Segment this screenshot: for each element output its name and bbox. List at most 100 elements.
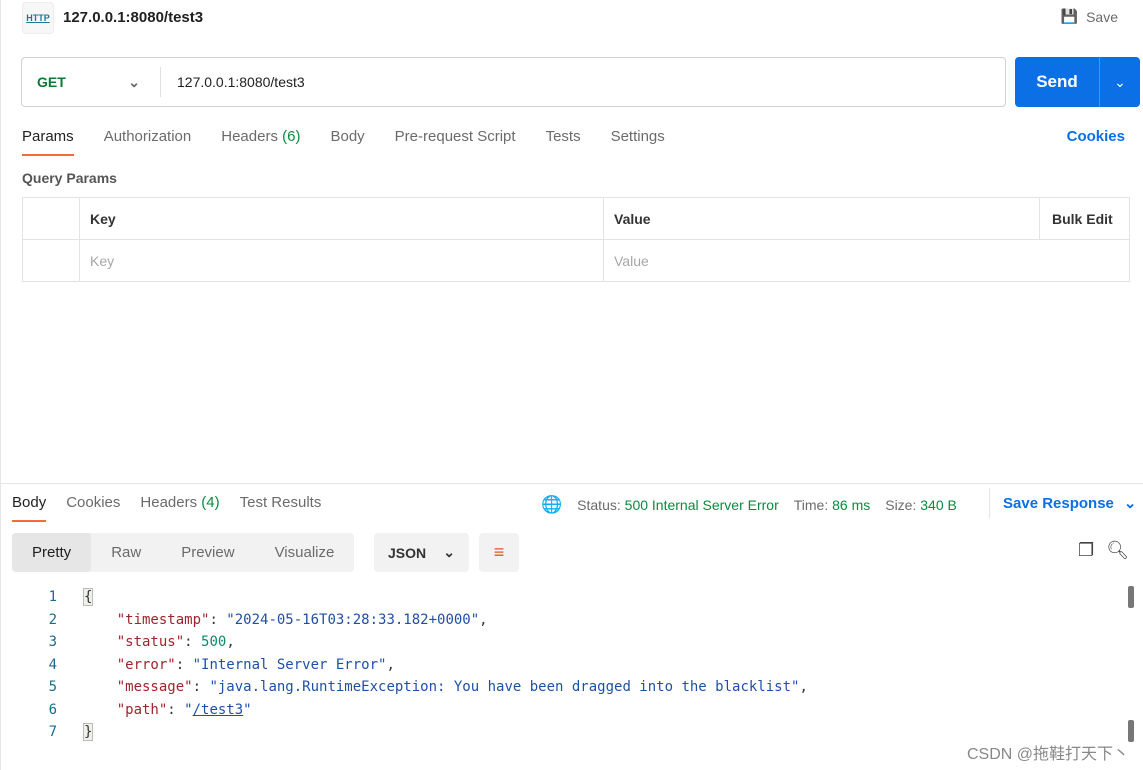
copy-icon[interactable]: ❐ [1078, 540, 1094, 561]
url-input[interactable]: 127.0.0.1:8080/test3 [161, 74, 305, 90]
view-mode-selector: Pretty Raw Preview Visualize [12, 533, 355, 572]
watermark: CSDN @拖鞋打天下丶 [966, 746, 1129, 763]
size-info: Size: 340 B [885, 497, 957, 513]
line-number: 3 [48, 634, 57, 651]
time-label: Time: [793, 497, 829, 513]
headers-count: (4) [201, 494, 220, 511]
size-value: 340 B [920, 497, 957, 513]
http-icon: HTTP [22, 2, 54, 34]
view-preview[interactable]: Preview [161, 533, 254, 572]
key-input[interactable]: Key [79, 239, 604, 282]
status-label: Status: [577, 497, 621, 513]
response-body-code[interactable]: 1{ 2 "timestamp": "2024-05-16T03:28:33.1… [1, 586, 808, 744]
tab-response-cookies[interactable]: Cookies [66, 494, 120, 522]
json-brace: { [83, 588, 94, 607]
cookies-link[interactable]: Cookies [1067, 128, 1125, 145]
json-brace: } [83, 723, 94, 742]
code-line: 2 "timestamp": "2024-05-16T03:28:33.182+… [1, 609, 808, 632]
json-value: "Internal Server Error" [192, 656, 387, 673]
tab-response-headers[interactable]: Headers (4) [140, 494, 219, 522]
save-response-button[interactable]: Save Response ⌄ [989, 488, 1136, 518]
method-select[interactable]: GET ⌄ [22, 67, 161, 97]
view-raw[interactable]: Raw [91, 533, 161, 572]
method-value: GET [37, 74, 66, 90]
view-visualize[interactable]: Visualize [255, 533, 355, 572]
table-header-row: Key Value Bulk Edit [22, 197, 1130, 240]
tab-tests[interactable]: Tests [546, 128, 581, 156]
tab-test-results[interactable]: Test Results [240, 494, 322, 522]
tab-authorization[interactable]: Authorization [104, 128, 192, 156]
chevron-down-icon: ⌄ [443, 544, 455, 560]
line-number: 7 [48, 724, 57, 741]
value-input[interactable]: Value [603, 239, 1130, 282]
globe-icon[interactable]: 🌐 [541, 495, 562, 515]
line-number: 5 [48, 679, 57, 696]
time-info: Time: 86 ms [794, 497, 871, 513]
code-line: 5 "message": "java.lang.RuntimeException… [1, 676, 808, 699]
chevron-down-icon: ⌄ [128, 73, 140, 90]
tab-label: Headers [140, 494, 198, 511]
json-value: "java.lang.RuntimeException: You have be… [209, 679, 800, 696]
tab-body[interactable]: Body [330, 128, 364, 156]
time-value: 86 ms [832, 497, 871, 513]
tab-response-body[interactable]: Body [12, 494, 47, 522]
horizontal-scrollbar-thumb[interactable] [1128, 720, 1134, 742]
line-number: 4 [48, 656, 57, 673]
value-header: Value [603, 197, 1040, 240]
save-icon: 💾 [1060, 8, 1079, 24]
query-params-table: Key Value Bulk Edit Key Value [22, 197, 1130, 282]
bulk-edit-button[interactable]: Bulk Edit [1039, 197, 1130, 240]
json-quote: " [243, 701, 252, 718]
tab-pre-request-script[interactable]: Pre-request Script [395, 128, 516, 156]
json-key: "status" [116, 634, 185, 651]
tab-label: Headers [221, 128, 278, 145]
line-number: 6 [48, 701, 57, 718]
tab-headers[interactable]: Headers (6) [221, 128, 300, 156]
save-label: Save [1086, 8, 1118, 25]
key-header: Key [79, 197, 604, 240]
status-value: 500 Internal Server Error [624, 497, 779, 513]
status-info: Status: 500 Internal Server Error [577, 497, 779, 513]
request-tabs: Params Authorization Headers (6) Body Pr… [22, 128, 665, 156]
tab-settings[interactable]: Settings [611, 128, 665, 156]
format-value: JSON [388, 544, 427, 561]
chevron-down-icon: ⌄ [1123, 495, 1137, 512]
url-bar: GET ⌄ 127.0.0.1:8080/test3 [21, 57, 1006, 107]
request-title[interactable]: 127.0.0.1:8080/test3 [63, 9, 203, 26]
tab-params[interactable]: Params [22, 128, 74, 156]
headers-count: (6) [282, 128, 301, 145]
search-icon[interactable]: 🔍︎ [1106, 540, 1129, 561]
response-actions: ❐ 🔍︎ [1078, 540, 1129, 561]
send-button[interactable]: Send ⌄ [1015, 57, 1140, 107]
code-line: 6 "path": "/test3" [1, 699, 808, 722]
vertical-scrollbar[interactable] [1128, 586, 1134, 608]
json-value: 500 [201, 634, 227, 651]
code-line: 1{ [1, 586, 808, 609]
code-line: 7} [1, 721, 808, 744]
json-key: "message" [116, 679, 193, 696]
json-key: "path" [116, 701, 168, 718]
response-meta: 🌐 Status: 500 Internal Server Error Time… [541, 495, 957, 515]
save-response-label: Save Response [1003, 494, 1114, 512]
wrap-lines-icon[interactable]: ≡ [479, 533, 519, 572]
response-tabs: Body Cookies Headers (4) Test Results [12, 494, 321, 522]
json-quote: " [184, 701, 193, 718]
code-line: 3 "status": 500, [1, 631, 808, 654]
json-value: "2024-05-16T03:28:33.182+0000" [226, 611, 480, 628]
row-checkbox-cell [22, 239, 80, 282]
json-path-link[interactable]: /test3 [193, 702, 244, 718]
checkbox-column [22, 197, 80, 240]
size-label: Size: [885, 497, 917, 513]
view-pretty[interactable]: Pretty [12, 533, 92, 572]
line-number: 1 [48, 589, 57, 606]
code-line: 4 "error": "Internal Server Error", [1, 654, 808, 677]
query-params-title: Query Params [22, 170, 117, 186]
save-button[interactable]: 💾 Save [1061, 8, 1118, 25]
format-select[interactable]: JSON ⌄ [374, 533, 469, 572]
chevron-down-icon[interactable]: ⌄ [1099, 57, 1140, 107]
line-number: 2 [48, 611, 57, 628]
json-key: "error" [116, 656, 176, 673]
table-row: Key Value [22, 239, 1130, 282]
json-key: "timestamp" [116, 611, 210, 628]
send-label: Send [1036, 72, 1078, 91]
